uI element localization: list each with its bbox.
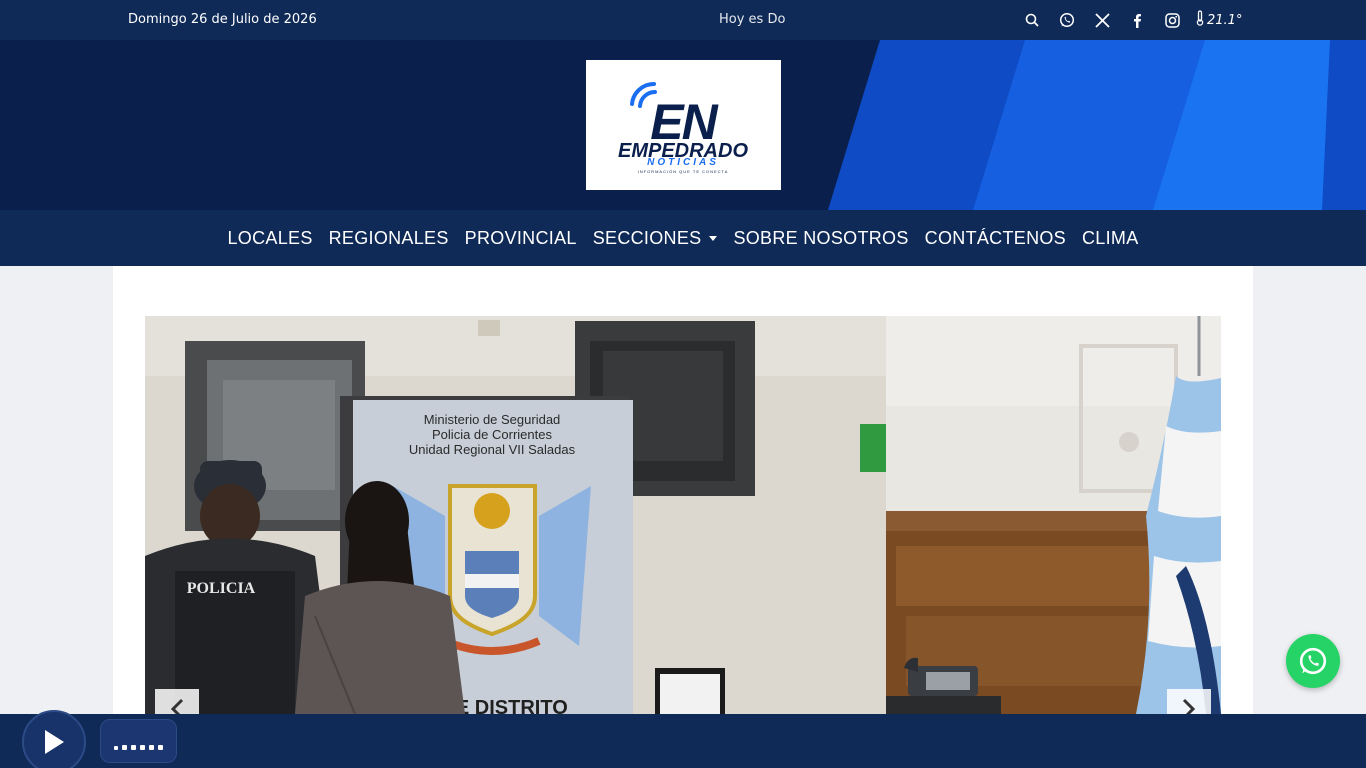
slide-government-news[interactable] bbox=[886, 316, 1221, 714]
main-nav: LOCALES REGIONALES PROVINCIAL SECCIONES … bbox=[0, 210, 1366, 266]
radio-player-bar bbox=[0, 714, 1366, 768]
nav-item-contactenos[interactable]: CONTÁCTENOS bbox=[925, 228, 1066, 249]
nav-item-regionales[interactable]: REGIONALES bbox=[329, 228, 449, 249]
nav-label: CLIMA bbox=[1081, 227, 1139, 248]
nav-label: REGIONALES bbox=[328, 227, 449, 248]
nav-item-sobre-nosotros[interactable]: SOBRE NOSOTROS bbox=[733, 228, 908, 249]
slider-next-button[interactable] bbox=[1167, 689, 1211, 714]
facebook-icon[interactable] bbox=[1125, 8, 1149, 32]
eq-bar bbox=[131, 745, 136, 750]
chevron-right-icon bbox=[1182, 698, 1196, 714]
thermometer-icon bbox=[1195, 10, 1205, 30]
eq-bar bbox=[158, 745, 163, 750]
nav-item-locales[interactable]: LOCALES bbox=[227, 228, 312, 249]
x-icon[interactable] bbox=[1090, 8, 1114, 32]
news-ticker: Hoy es Do bbox=[719, 12, 786, 27]
slide-police-news[interactable]: Ministerio de Seguridad Policia de Corri… bbox=[145, 316, 886, 714]
nav-label: CONTÁCTENOS bbox=[924, 227, 1066, 248]
eq-bar bbox=[114, 746, 118, 750]
play-icon bbox=[45, 730, 64, 754]
topbar-icons: 21.1° bbox=[1020, 0, 1242, 40]
nav-label: SECCIONES bbox=[592, 227, 702, 248]
chevron-left-icon bbox=[170, 698, 184, 714]
instagram-icon[interactable] bbox=[1160, 8, 1184, 32]
site-logo[interactable]: EN EMPEDRADO NOTICIAS INFORMACIÓN QUE TE… bbox=[586, 60, 781, 190]
play-button[interactable] bbox=[22, 710, 86, 768]
sign-line-1: Ministerio de Seguridad bbox=[424, 412, 561, 427]
audio-visualizer bbox=[100, 719, 177, 763]
nav-label: PROVINCIAL bbox=[464, 227, 577, 248]
news-slider: Ministerio de Seguridad Policia de Corri… bbox=[145, 316, 1221, 714]
eq-bar bbox=[140, 745, 145, 750]
eq-bar bbox=[122, 745, 127, 750]
whatsapp-float-button[interactable] bbox=[1286, 634, 1340, 688]
eq-bar bbox=[149, 745, 154, 750]
nav-label: SOBRE NOSOTROS bbox=[733, 227, 909, 248]
nav-item-secciones[interactable]: SECCIONES bbox=[593, 228, 718, 249]
top-bar: Domingo 26 de Julio de 2026 Hoy es Do 21… bbox=[0, 0, 1366, 40]
nav-item-clima[interactable]: CLIMA bbox=[1082, 228, 1139, 249]
whatsapp-icon bbox=[1299, 647, 1327, 675]
logo-tagline: INFORMACIÓN QUE TE CONECTA bbox=[638, 169, 729, 174]
sign-line-3: Unidad Regional VII Saladas bbox=[409, 442, 576, 457]
temperature: 21.1° bbox=[1207, 12, 1243, 28]
nav-item-provincial[interactable]: PROVINCIAL bbox=[465, 228, 577, 249]
search-icon[interactable] bbox=[1020, 8, 1044, 32]
current-date: Domingo 26 de Julio de 2026 bbox=[128, 12, 317, 27]
chevron-down-icon bbox=[709, 235, 718, 241]
vest-label: POLICIA bbox=[187, 580, 256, 597]
main-content: Ministerio de Seguridad Policia de Corri… bbox=[113, 266, 1253, 714]
nav-label: LOCALES bbox=[227, 227, 313, 248]
whatsapp-icon[interactable] bbox=[1055, 8, 1079, 32]
site-header: EN EMPEDRADO NOTICIAS INFORMACIÓN QUE TE… bbox=[0, 40, 1366, 210]
logo-sub: NOTICIAS bbox=[647, 157, 719, 168]
sign-line-2: Policia de Corrientes bbox=[432, 427, 552, 442]
slider-prev-button[interactable] bbox=[155, 689, 199, 714]
